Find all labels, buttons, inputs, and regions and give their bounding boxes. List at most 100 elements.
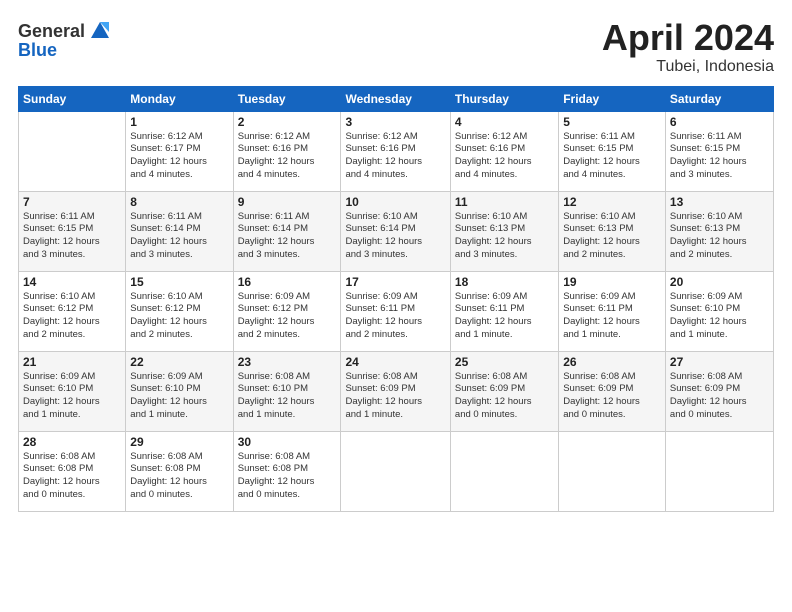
day-number: 26	[563, 355, 661, 369]
day-number: 10	[345, 195, 445, 209]
table-row	[450, 431, 558, 511]
table-row	[19, 111, 126, 191]
day-number: 23	[238, 355, 337, 369]
day-number: 7	[23, 195, 121, 209]
table-row: 14Sunrise: 6:10 AMSunset: 6:12 PMDayligh…	[19, 271, 126, 351]
day-number: 8	[130, 195, 228, 209]
day-info: Sunrise: 6:08 AMSunset: 6:08 PMDaylight:…	[238, 451, 337, 502]
day-number: 14	[23, 275, 121, 289]
day-info: Sunrise: 6:09 AMSunset: 6:11 PMDaylight:…	[563, 291, 661, 342]
day-number: 19	[563, 275, 661, 289]
day-info: Sunrise: 6:08 AMSunset: 6:09 PMDaylight:…	[345, 371, 445, 422]
title-area: April 2024 Tubei, Indonesia	[602, 18, 774, 76]
logo: General Blue	[18, 18, 113, 61]
day-number: 21	[23, 355, 121, 369]
day-info: Sunrise: 6:11 AMSunset: 6:15 PMDaylight:…	[23, 211, 121, 262]
table-row: 20 Sunrise: 6:09 AMSunset: 6:10 PMDayligh…	[665, 271, 773, 351]
table-row: 27 Sunrise: 6:08 AMSunset: 6:09 PMDayligh…	[665, 351, 773, 431]
page: General Blue April 2024 Tubei, Indonesia…	[0, 0, 792, 612]
table-row: 22Sunrise: 6:09 AMSunset: 6:10 PMDayligh…	[126, 351, 233, 431]
calendar-week-row: 1 Sunrise: 6:12 AMSunset: 6:17 PMDaylight…	[19, 111, 774, 191]
day-info: Sunrise: 6:10 AMSunset: 6:13 PMDaylight:…	[563, 211, 661, 262]
table-row: 18 Sunrise: 6:09 AMSunset: 6:11 PMDayligh…	[450, 271, 558, 351]
table-row: 16Sunrise: 6:09 AMSunset: 6:12 PMDayligh…	[233, 271, 341, 351]
col-friday: Friday	[559, 86, 666, 111]
day-info: Sunrise: 6:08 AMSunset: 6:09 PMDaylight:…	[455, 371, 554, 422]
day-info: Sunrise: 6:12 AMSunset: 6:16 PMDaylight:…	[238, 131, 337, 182]
table-row: 26Sunrise: 6:08 AMSunset: 6:09 PMDayligh…	[559, 351, 666, 431]
table-row: 23 Sunrise: 6:08 AMSunset: 6:10 PMDayligh…	[233, 351, 341, 431]
table-row	[341, 431, 450, 511]
day-info: Sunrise: 6:09 AMSunset: 6:10 PMDaylight:…	[23, 371, 121, 422]
header: General Blue April 2024 Tubei, Indonesia	[18, 18, 774, 76]
day-info: Sunrise: 6:12 AMSunset: 6:17 PMDaylight:…	[130, 131, 228, 182]
title-location: Tubei, Indonesia	[602, 58, 774, 76]
table-row	[559, 431, 666, 511]
day-info: Sunrise: 6:12 AMSunset: 6:16 PMDaylight:…	[345, 131, 445, 182]
table-row: 3Sunrise: 6:12 AMSunset: 6:16 PMDaylight…	[341, 111, 450, 191]
table-row: 2 Sunrise: 6:12 AMSunset: 6:16 PMDaylight…	[233, 111, 341, 191]
day-number: 20	[670, 275, 769, 289]
day-number: 29	[130, 435, 228, 449]
day-number: 2	[238, 115, 337, 129]
day-info: Sunrise: 6:09 AMSunset: 6:10 PMDaylight:…	[130, 371, 228, 422]
day-info: Sunrise: 6:09 AMSunset: 6:11 PMDaylight:…	[455, 291, 554, 342]
table-row: 29Sunrise: 6:08 AMSunset: 6:08 PMDayligh…	[126, 431, 233, 511]
day-number: 13	[670, 195, 769, 209]
table-row: 19 Sunrise: 6:09 AMSunset: 6:11 PMDayligh…	[559, 271, 666, 351]
col-tuesday: Tuesday	[233, 86, 341, 111]
logo-blue: Blue	[18, 40, 57, 61]
day-info: Sunrise: 6:10 AMSunset: 6:12 PMDaylight:…	[130, 291, 228, 342]
col-thursday: Thursday	[450, 86, 558, 111]
day-info: Sunrise: 6:09 AMSunset: 6:10 PMDaylight:…	[670, 291, 769, 342]
day-number: 5	[563, 115, 661, 129]
day-number: 16	[238, 275, 337, 289]
day-number: 9	[238, 195, 337, 209]
day-number: 11	[455, 195, 554, 209]
day-number: 28	[23, 435, 121, 449]
table-row: 5 Sunrise: 6:11 AMSunset: 6:15 PMDaylight…	[559, 111, 666, 191]
calendar-week-row: 21 Sunrise: 6:09 AMSunset: 6:10 PMDayligh…	[19, 351, 774, 431]
day-info: Sunrise: 6:08 AMSunset: 6:10 PMDaylight:…	[238, 371, 337, 422]
logo-general: General	[18, 21, 85, 42]
title-month: April 2024	[602, 18, 774, 58]
table-row: 10 Sunrise: 6:10 AMSunset: 6:14 PMDayligh…	[341, 191, 450, 271]
day-info: Sunrise: 6:10 AMSunset: 6:13 PMDaylight:…	[455, 211, 554, 262]
day-info: Sunrise: 6:08 AMSunset: 6:09 PMDaylight:…	[670, 371, 769, 422]
table-row: 17 Sunrise: 6:09 AMSunset: 6:11 PMDayligh…	[341, 271, 450, 351]
table-row: 25Sunrise: 6:08 AMSunset: 6:09 PMDayligh…	[450, 351, 558, 431]
day-info: Sunrise: 6:11 AMSunset: 6:15 PMDaylight:…	[670, 131, 769, 182]
logo-icon	[87, 18, 113, 44]
col-sunday: Sunday	[19, 86, 126, 111]
day-number: 24	[345, 355, 445, 369]
col-monday: Monday	[126, 86, 233, 111]
calendar-table: Sunday Monday Tuesday Wednesday Thursday…	[18, 86, 774, 512]
day-number: 30	[238, 435, 337, 449]
day-info: Sunrise: 6:11 AMSunset: 6:15 PMDaylight:…	[563, 131, 661, 182]
table-row: 1 Sunrise: 6:12 AMSunset: 6:17 PMDaylight…	[126, 111, 233, 191]
table-row: 15Sunrise: 6:10 AMSunset: 6:12 PMDayligh…	[126, 271, 233, 351]
table-row: 28 Sunrise: 6:08 AMSunset: 6:08 PMDayligh…	[19, 431, 126, 511]
table-row	[665, 431, 773, 511]
day-info: Sunrise: 6:09 AMSunset: 6:11 PMDaylight:…	[345, 291, 445, 342]
table-row: 21 Sunrise: 6:09 AMSunset: 6:10 PMDayligh…	[19, 351, 126, 431]
table-row: 6 Sunrise: 6:11 AMSunset: 6:15 PMDaylight…	[665, 111, 773, 191]
day-number: 6	[670, 115, 769, 129]
day-info: Sunrise: 6:11 AMSunset: 6:14 PMDaylight:…	[130, 211, 228, 262]
calendar-header-row: Sunday Monday Tuesday Wednesday Thursday…	[19, 86, 774, 111]
day-number: 12	[563, 195, 661, 209]
calendar-week-row: 28 Sunrise: 6:08 AMSunset: 6:08 PMDayligh…	[19, 431, 774, 511]
day-info: Sunrise: 6:10 AMSunset: 6:14 PMDaylight:…	[345, 211, 445, 262]
day-number: 18	[455, 275, 554, 289]
day-number: 27	[670, 355, 769, 369]
day-number: 1	[130, 115, 228, 129]
day-info: Sunrise: 6:08 AMSunset: 6:08 PMDaylight:…	[23, 451, 121, 502]
table-row: 12 Sunrise: 6:10 AMSunset: 6:13 PMDayligh…	[559, 191, 666, 271]
day-info: Sunrise: 6:11 AMSunset: 6:14 PMDaylight:…	[238, 211, 337, 262]
table-row: 13Sunrise: 6:10 AMSunset: 6:13 PMDayligh…	[665, 191, 773, 271]
table-row: 30 Sunrise: 6:08 AMSunset: 6:08 PMDayligh…	[233, 431, 341, 511]
table-row: 24 Sunrise: 6:08 AMSunset: 6:09 PMDayligh…	[341, 351, 450, 431]
day-number: 17	[345, 275, 445, 289]
col-saturday: Saturday	[665, 86, 773, 111]
day-number: 4	[455, 115, 554, 129]
